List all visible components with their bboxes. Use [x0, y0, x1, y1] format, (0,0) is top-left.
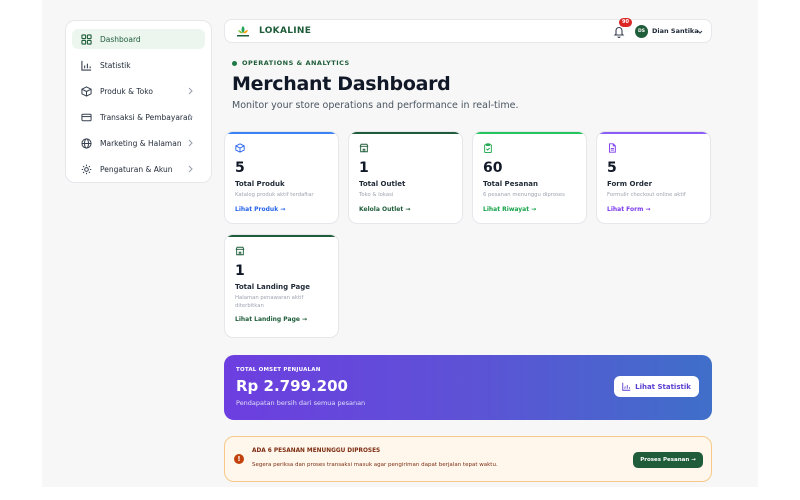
stat-label: Total Produk: [235, 180, 285, 188]
chevron-right-icon: [188, 113, 193, 121]
stat-description: Toko & lokasi: [359, 192, 394, 198]
lihat-statistik-button[interactable]: Lihat Statistik: [614, 376, 699, 397]
sidebar-item-label: Transaksi & Pembayaran: [100, 112, 193, 122]
brand-name[interactable]: LOKALINE: [259, 26, 311, 36]
sidebar-item-label: Produk & Toko: [100, 86, 153, 96]
stat-card-landing-page: 1 Total Landing Page Halaman penawaran a…: [224, 234, 339, 338]
stat-label: Total Outlet: [359, 180, 406, 188]
revenue-subtitle: Pendapatan bersih dari semua pesanan: [236, 399, 366, 407]
chevron-right-icon: [188, 165, 193, 173]
notification-badge: 90: [619, 18, 632, 27]
stat-value: 5: [607, 160, 617, 176]
sidebar-item-label: Marketing & Halaman: [100, 138, 182, 148]
box-icon: [80, 85, 92, 97]
stat-description: Katalog produk aktif terdaftar: [235, 192, 314, 198]
stat-value: 1: [359, 160, 369, 176]
stat-description: 6 pesanan menunggu diproses: [483, 192, 565, 198]
revenue-caption: TOTAL OMSET PENJUALAN: [236, 367, 321, 373]
eyebrow-text: OPERATIONS & ANALYTICS: [242, 59, 350, 67]
page-subtitle: Monitor your store operations and perfor…: [232, 100, 519, 111]
stat-label: Total Landing Page: [235, 283, 310, 291]
globe-icon: [80, 137, 92, 149]
sidebar: Dashboard Statistik Produk & Toko Transa…: [65, 20, 212, 183]
page-title: Merchant Dashboard: [232, 73, 451, 95]
credit-card-icon: [80, 111, 92, 123]
alert-text: Segera periksa dan proses transaksi masu…: [252, 462, 498, 468]
bar-chart-icon: [622, 382, 631, 391]
status-dot: [232, 60, 237, 66]
revenue-amount: Rp 2.799.200: [236, 377, 348, 395]
sidebar-item-pengaturan[interactable]: Pengaturan & Akun: [72, 159, 205, 179]
stat-card-form-order: 5 Form Order Formulir checkout online ak…: [596, 131, 711, 224]
clipboard-icon: [484, 143, 492, 154]
chevron-right-icon: [188, 139, 193, 147]
stat-label: Form Order: [607, 180, 653, 188]
document-icon: [609, 143, 616, 153]
stat-card-produk: 5 Total Produk Katalog produk aktif terd…: [224, 131, 339, 224]
proses-pesanan-button[interactable]: Proses Pesanan →: [633, 452, 703, 468]
gear-icon: [80, 163, 92, 175]
alert-title: ADA 6 PESANAN MENUNGGU DIPROSES: [252, 448, 381, 454]
brand-logo-icon: [237, 26, 249, 37]
chevron-right-icon: [188, 87, 193, 95]
sidebar-item-marketing[interactable]: Marketing & Halaman: [72, 133, 205, 153]
sidebar-item-label: Dashboard: [100, 34, 141, 44]
avatar[interactable]: DS: [635, 25, 648, 38]
section-eyebrow: OPERATIONS & ANALYTICS: [232, 59, 350, 67]
lihat-form-link[interactable]: Lihat Form →: [607, 206, 700, 213]
lihat-landing-page-link[interactable]: Lihat Landing Page →: [235, 316, 328, 323]
pending-orders-alert: ! ADA 6 PESANAN MENUNGGU DIPROSES Segera…: [224, 436, 712, 482]
stat-card-pesanan: 60 Total Pesanan 6 pesanan menunggu dipr…: [472, 131, 587, 224]
box-icon: [235, 143, 245, 153]
lihat-riwayat-link[interactable]: Lihat Riwayat →: [483, 206, 576, 213]
sidebar-item-transaksi[interactable]: Transaksi & Pembayaran: [72, 107, 205, 127]
stat-description: Halaman penawaran aktif diterbitkan: [235, 295, 304, 309]
user-name[interactable]: Dian Santika: [652, 27, 699, 35]
stat-value: 5: [235, 160, 245, 176]
kelola-outlet-link[interactable]: Kelola Outlet →: [359, 206, 452, 213]
stat-label: Total Pesanan: [483, 180, 539, 188]
button-label: Lihat Statistik: [635, 382, 691, 391]
stat-value: 1: [235, 263, 245, 279]
store-icon: [359, 143, 369, 153]
chevron-down-icon[interactable]: [696, 28, 704, 36]
sidebar-item-label: Pengaturan & Akun: [100, 164, 173, 174]
sidebar-item-statistik[interactable]: Statistik: [72, 55, 205, 75]
sidebar-item-produk-toko[interactable]: Produk & Toko: [72, 81, 205, 101]
alert-icon: !: [234, 454, 244, 464]
stat-description: Formulir checkout online aktif: [607, 192, 686, 198]
stat-value: 60: [483, 160, 503, 176]
sidebar-item-label: Statistik: [100, 60, 131, 70]
store-icon: [235, 246, 245, 256]
sidebar-item-dashboard[interactable]: Dashboard: [72, 29, 205, 49]
grid-icon: [80, 33, 92, 45]
bar-chart-icon: [80, 59, 92, 71]
stat-card-outlet: 1 Total Outlet Toko & lokasi Kelola Outl…: [348, 131, 463, 224]
revenue-banner: TOTAL OMSET PENJUALAN Rp 2.799.200 Penda…: [224, 355, 712, 420]
lihat-produk-link[interactable]: Lihat Produk →: [235, 206, 328, 213]
top-bar: LOKALINE 90 DS Dian Santika: [224, 18, 712, 43]
